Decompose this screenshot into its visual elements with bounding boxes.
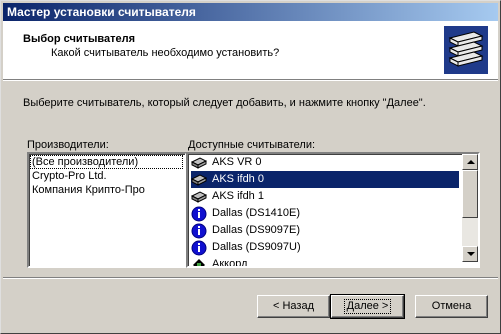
info-icon (191, 206, 207, 221)
reader-item[interactable]: AKS ifdh 1 (191, 188, 459, 205)
reader-label: AKS VR 0 (212, 156, 262, 168)
arrow-down-icon (467, 252, 475, 256)
scroll-thumb[interactable] (462, 170, 478, 218)
reader-item[interactable]: Аккорд (191, 256, 459, 268)
readers-list[interactable]: AKS VR 0 AKS ifdh 0 AKS ifdh 1 Dallas (D… (186, 152, 480, 268)
card-reader-icon (191, 156, 207, 169)
reader-item[interactable]: Dallas (DS9097U) (191, 239, 459, 256)
reader-item[interactable]: Dallas (DS9097E) (191, 222, 459, 239)
back-button-label: < Назад (273, 300, 314, 312)
wizard-header: Выбор считывателя Какой считыватель необ… (3, 21, 498, 79)
readers-scrollbar[interactable] (462, 154, 478, 262)
card-reader-icon (191, 190, 207, 203)
window-title: Мастер установки считывателя (7, 5, 196, 19)
back-button[interactable]: < Назад (257, 295, 330, 318)
cancel-button-label: Отмена (431, 300, 472, 312)
next-button-label: Далее > (343, 299, 392, 314)
header-divider (3, 79, 498, 81)
wizard-window: Мастер установки считывателя Выбор считы… (0, 0, 501, 334)
readers-label: Доступные считыватели: (188, 139, 316, 151)
reader-label: AKS ifdh 0 (210, 172, 266, 187)
reader-stack-icon (444, 26, 488, 74)
instruction-text: Выберите считыватель, который следует до… (23, 97, 426, 109)
reader-label: Dallas (DS1410E) (212, 207, 301, 219)
reader-label: Dallas (DS9097E) (212, 224, 301, 236)
title-bar[interactable]: Мастер установки считывателя (3, 3, 498, 21)
next-button[interactable]: Далее > (330, 294, 405, 319)
info-icon (191, 223, 207, 238)
vendor-item[interactable]: Crypto-Pro Ltd. (29, 169, 185, 183)
vendors-label: Производители: (27, 139, 109, 151)
header-subtitle: Какой считыватель необходимо установить? (51, 47, 280, 59)
cancel-button[interactable]: Отмена (415, 295, 488, 318)
reader-item[interactable]: Dallas (DS1410E) (191, 205, 459, 222)
scroll-up-button[interactable] (462, 154, 478, 170)
vendor-item[interactable]: Компания Крипто-Про (29, 183, 185, 197)
card-reader-icon (191, 173, 207, 186)
arrow-up-icon (467, 160, 475, 164)
scroll-down-button[interactable] (462, 246, 478, 262)
reader-label: AKS ifdh 1 (212, 190, 264, 202)
reader-icon (193, 258, 205, 266)
reader-label: Dallas (DS9097U) (212, 241, 301, 253)
reader-label: Аккорд (212, 258, 248, 268)
reader-item[interactable]: AKS ifdh 0 (191, 171, 459, 188)
header-title: Выбор считывателя (23, 33, 136, 45)
vendors-list[interactable]: (Все производители) Crypto-Pro Ltd. Комп… (27, 152, 187, 268)
footer-divider (3, 277, 498, 279)
info-icon (191, 240, 207, 255)
vendor-item[interactable]: (Все производители) (30, 155, 183, 169)
reader-item[interactable]: AKS VR 0 (191, 154, 459, 171)
